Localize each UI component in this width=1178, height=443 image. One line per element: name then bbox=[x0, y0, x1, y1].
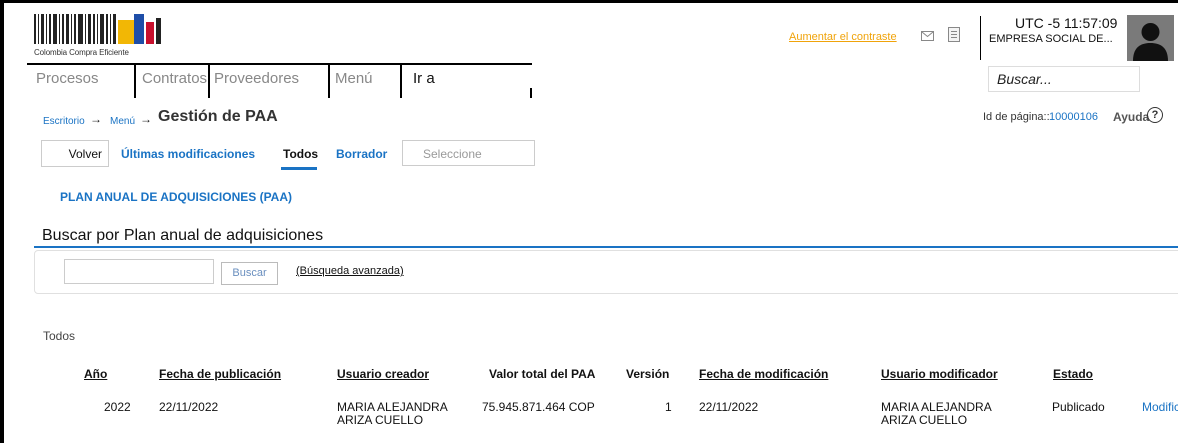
breadcrumb-arrow-icon: → bbox=[140, 112, 152, 126]
tab-borrador[interactable]: Borrador bbox=[336, 147, 387, 161]
nav-divider bbox=[530, 88, 532, 98]
paa-search-input[interactable] bbox=[64, 259, 214, 284]
column-header-fecha-publicacion[interactable]: Fecha de publicación bbox=[159, 367, 281, 381]
user-avatar-icon[interactable] bbox=[1127, 15, 1174, 61]
column-header-valor-total: Valor total del PAA bbox=[489, 367, 596, 381]
cell-modified-date: 22/11/2022 bbox=[699, 400, 759, 414]
breadcrumb-menu[interactable]: Menú bbox=[110, 116, 135, 127]
nav-contratos[interactable]: Contratos bbox=[142, 64, 207, 98]
paa-link[interactable]: PLAN ANUAL DE ADQUISICIONES (PAA) bbox=[60, 190, 292, 204]
document-icon[interactable] bbox=[948, 27, 960, 42]
section-divider bbox=[34, 246, 1178, 248]
nav-divider bbox=[134, 64, 136, 98]
back-button[interactable]: Volver bbox=[41, 140, 109, 167]
search-section-title: Buscar por Plan anual de adquisiciones bbox=[42, 227, 324, 244]
cell-version: 1 bbox=[665, 400, 672, 414]
column-header-fecha-modificacion[interactable]: Fecha de modificación bbox=[699, 367, 828, 381]
nav-divider bbox=[208, 64, 210, 98]
cell-modifier-line2: ARIZA CUELLO bbox=[881, 413, 968, 427]
page-title: Gestión de PAA bbox=[158, 108, 278, 125]
active-tab-indicator bbox=[281, 167, 317, 170]
cell-status: Publicado bbox=[1052, 400, 1105, 414]
timezone: UTC -5 bbox=[1015, 15, 1061, 31]
help-icon[interactable]: ? bbox=[1147, 107, 1163, 123]
cell-published-date: 22/11/2022 bbox=[159, 400, 219, 414]
header-divider bbox=[980, 16, 981, 60]
help-link[interactable]: Ayuda bbox=[1113, 110, 1149, 124]
tab-ultimas-modificaciones[interactable]: Últimas modificaciones bbox=[121, 147, 255, 161]
window-top-border bbox=[0, 0, 1178, 3]
cell-creator: MARIA ALEJANDRA ARIZA CUELLO bbox=[337, 401, 448, 427]
column-header-version: Versión bbox=[626, 367, 670, 381]
company-name[interactable]: EMPRESA SOCIAL DE... bbox=[989, 33, 1113, 45]
nav-divider bbox=[328, 64, 330, 98]
nav-menu[interactable]: Menú bbox=[335, 64, 373, 98]
column-header-usuario-creador[interactable]: Usuario creador bbox=[337, 367, 429, 381]
column-header-estado[interactable]: Estado bbox=[1053, 367, 1093, 381]
nav-proveedores[interactable]: Proveedores bbox=[214, 64, 299, 98]
current-time: 11:57:09 bbox=[1064, 15, 1118, 31]
global-search-input[interactable] bbox=[997, 71, 1131, 87]
logo-barcode-icon bbox=[34, 14, 161, 44]
increase-contrast-link[interactable]: Aumentar el contraste bbox=[789, 31, 897, 43]
advanced-search-link[interactable]: (Búsqueda avanzada) bbox=[296, 265, 404, 277]
colombia-compra-logo[interactable]: Colombia Compra Eficiente bbox=[34, 14, 174, 58]
logo-text: Colombia Compra Eficiente bbox=[34, 48, 129, 57]
page-id-label: Id de página:: bbox=[983, 111, 1050, 123]
search-button[interactable]: Buscar bbox=[221, 262, 278, 285]
page-id-value[interactable]: 10000106 bbox=[1049, 111, 1098, 123]
window-left-border bbox=[0, 0, 4, 443]
tab-todos[interactable]: Todos bbox=[283, 147, 318, 161]
filter-select[interactable]: Seleccione bbox=[402, 140, 535, 166]
breadcrumb-arrow-icon: → bbox=[90, 112, 102, 126]
column-header-ano[interactable]: Año bbox=[84, 367, 107, 381]
clock: UTC -5 11:57:09 bbox=[1015, 15, 1117, 31]
nav-procesos[interactable]: Procesos bbox=[36, 64, 99, 98]
cell-total-value: 75.945.871.464 COP bbox=[482, 400, 595, 414]
cell-modifier: MARIA ALEJANDRA ARIZA CUELLO bbox=[881, 401, 992, 427]
column-header-usuario-modificador[interactable]: Usuario modificador bbox=[881, 367, 998, 381]
global-search[interactable] bbox=[988, 66, 1140, 92]
nav-ir-a[interactable]: Ir a bbox=[413, 64, 435, 98]
modify-link[interactable]: Modificar bbox=[1142, 401, 1178, 414]
breadcrumb-escritorio[interactable]: Escritorio bbox=[43, 116, 85, 127]
cell-year: 2022 bbox=[104, 400, 131, 414]
results-label: Todos bbox=[43, 329, 76, 343]
nav-divider bbox=[400, 64, 402, 98]
mail-icon[interactable] bbox=[921, 31, 934, 41]
cell-creator-line2: ARIZA CUELLO bbox=[337, 413, 424, 427]
